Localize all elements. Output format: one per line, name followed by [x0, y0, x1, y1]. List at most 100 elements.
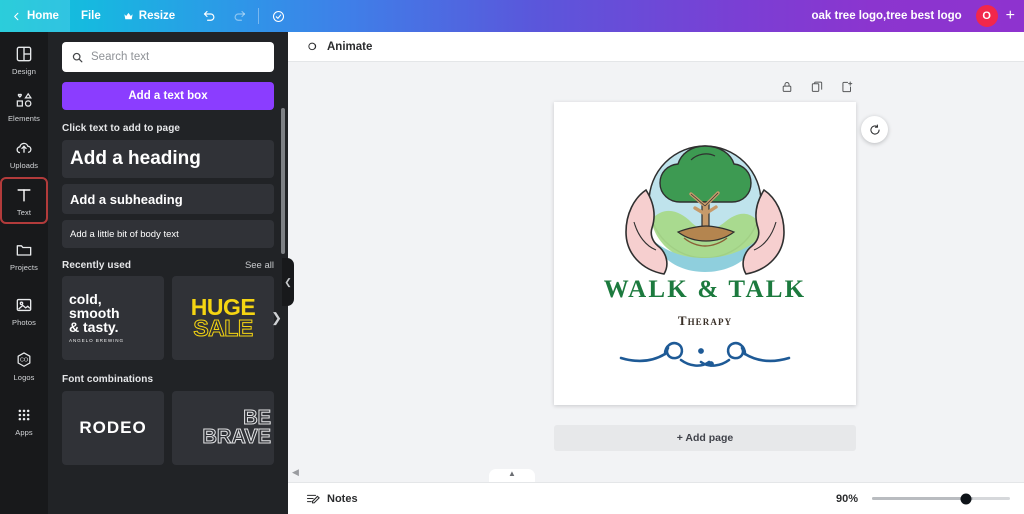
canvas-toolbar: Animate — [288, 32, 1024, 62]
photo-icon — [16, 298, 32, 312]
be-brave-text: BE BRAVE — [172, 408, 274, 448]
text-style-body-label: Add a little bit of body text — [70, 228, 179, 240]
add-page-button[interactable]: + Add page — [554, 425, 856, 451]
recent-thumb-huge-sale[interactable]: HUGE SALE — [172, 276, 274, 360]
search-box[interactable] — [62, 42, 274, 72]
huge-sale-text: HUGE SALE — [191, 295, 256, 341]
sidebar-label-apps: Apps — [15, 428, 33, 437]
recently-used-thumbs: cold, smooth & tasty. ANGELO BREWING HUG… — [62, 276, 282, 360]
animate-circles-icon — [308, 42, 317, 50]
canvas-stage: Animate WALK & TALK Therapy + Add page — [288, 32, 1024, 514]
recently-used-see-all[interactable]: See all — [245, 260, 274, 271]
logo-subtitle-text: Therapy — [677, 313, 733, 328]
header-left-group: Home File Resize — [0, 0, 293, 32]
zoom-slider-knob[interactable] — [960, 493, 972, 504]
font-combinations-title: Font combinations — [62, 374, 154, 385]
top-header-bar: Home File Resize oak tree logo,tree best… — [0, 0, 1024, 32]
panel-collapse-handle[interactable]: ❮ — [282, 258, 294, 306]
svg-text:CO: CO — [20, 358, 28, 364]
text-style-subheading[interactable]: Add a subheading — [62, 184, 274, 214]
click-text-hint: Click text to add to page — [62, 123, 181, 134]
logo-hex-icon: CO — [17, 352, 31, 367]
animate-label: Animate — [327, 40, 373, 53]
undo-icon — [203, 10, 215, 21]
cold-line-2: smooth — [69, 305, 120, 322]
file-button[interactable]: File — [70, 0, 112, 32]
design-page-1[interactable]: WALK & TALK Therapy — [554, 102, 856, 405]
resize-button[interactable]: Resize — [112, 0, 186, 32]
sidebar-item-logos[interactable]: CO Logos — [2, 344, 46, 387]
undo-button[interactable] — [194, 0, 224, 32]
text-t-icon — [17, 189, 31, 202]
upload-cloud-icon — [16, 142, 32, 154]
cold-line-3: & tasty. — [69, 319, 119, 336]
text-style-subheading-label: Add a subheading — [70, 191, 183, 207]
apps-grid-icon — [18, 409, 30, 421]
bottom-status-bar: Notes 90% — [288, 482, 1024, 514]
cloud-save-button[interactable] — [263, 0, 293, 32]
notes-label: Notes — [327, 492, 358, 505]
search-input[interactable] — [91, 51, 265, 63]
notes-pen-icon — [306, 494, 320, 504]
add-collaborator-button[interactable]: + — [1006, 8, 1015, 24]
panel-scrollbar[interactable] — [281, 108, 285, 254]
add-page-icon[interactable] — [840, 80, 854, 94]
sidebar-item-projects[interactable]: Projects — [2, 234, 46, 277]
font-combo-thumb-be-brave[interactable]: BE BRAVE — [172, 391, 274, 465]
sidebar-item-elements[interactable]: Elements — [2, 85, 46, 128]
canva-editor-window: Home File Resize oak tree logo,tree best… — [0, 0, 1024, 514]
expand-notes-tab[interactable]: ▲ — [489, 469, 535, 482]
cold-thumb-text: cold, smooth & tasty. ANGELO BREWING — [62, 292, 164, 344]
folder-icon — [16, 245, 32, 256]
sidebar-label-text: Text — [16, 208, 32, 217]
huge-line-2: SALE — [193, 315, 254, 341]
sidebar-item-design[interactable]: Design — [2, 38, 46, 81]
cold-sub-line: ANGELO BREWING — [69, 338, 124, 344]
logo-title-text: WALK & TALK — [603, 276, 807, 303]
cold-line-1: cold, — [69, 291, 102, 308]
header-divider — [258, 8, 260, 24]
text-style-body[interactable]: Add a little bit of body text — [62, 220, 274, 248]
duplicate-icon[interactable] — [810, 80, 824, 94]
rotate-icon — [869, 123, 880, 135]
file-label: File — [80, 10, 101, 22]
sidebar-item-photos[interactable]: Photos — [2, 289, 46, 332]
chevron-right-icon[interactable]: ❯ — [271, 310, 282, 326]
text-side-panel: Add a text box Click text to add to page… — [48, 32, 288, 514]
prev-page-arrow-icon[interactable]: ◀ — [292, 467, 299, 478]
chevron-left-icon — [14, 12, 19, 20]
text-style-heading-label: Add a heading — [70, 148, 201, 169]
animate-button[interactable]: Animate — [299, 37, 379, 57]
zoom-control: 90% — [836, 493, 1010, 505]
add-text-box-button[interactable]: Add a text box — [62, 82, 274, 110]
notes-button[interactable]: Notes — [299, 488, 364, 509]
font-combinations-thumbs: RODEO BE BRAVE — [62, 391, 274, 465]
search-icon — [72, 52, 83, 62]
crown-icon — [124, 12, 133, 19]
recently-used-header: Recently used See all — [62, 260, 274, 271]
sidebar-item-text[interactable]: Text — [0, 177, 48, 224]
redo-button[interactable] — [224, 0, 254, 32]
sidebar-label-design: Design — [12, 67, 36, 76]
zoom-slider-track[interactable] — [872, 493, 1010, 504]
rotate-button[interactable] — [861, 116, 888, 143]
sidebar-label-uploads: Uploads — [9, 161, 39, 170]
sidebar-item-uploads[interactable]: Uploads — [2, 132, 46, 175]
rodeo-text: RODEO — [79, 418, 147, 437]
text-style-heading[interactable]: Add a heading — [62, 140, 274, 178]
sidebar-label-projects: Projects — [10, 263, 38, 272]
recently-used-title: Recently used — [62, 260, 132, 271]
sidebar-item-apps[interactable]: Apps — [2, 399, 46, 442]
sidebar-label-logos: Logos — [13, 373, 35, 382]
text-panel-content: Add a text box Click text to add to page… — [48, 32, 288, 465]
font-combo-thumb-rodeo[interactable]: RODEO — [62, 391, 164, 465]
recent-thumb-cold-smooth-tasty[interactable]: cold, smooth & tasty. ANGELO BREWING — [62, 276, 164, 360]
canvas-floating-tools — [780, 80, 854, 94]
be-brave-line-2: BRAVE — [202, 426, 272, 448]
sidebar-label-photos: Photos — [12, 318, 36, 327]
document-title[interactable]: oak tree logo,tree best logo — [811, 10, 961, 22]
decorative-flourish-icon — [619, 341, 791, 367]
user-avatar[interactable]: O — [975, 5, 998, 27]
lock-icon[interactable] — [780, 80, 794, 94]
home-button[interactable]: Home — [0, 0, 70, 32]
